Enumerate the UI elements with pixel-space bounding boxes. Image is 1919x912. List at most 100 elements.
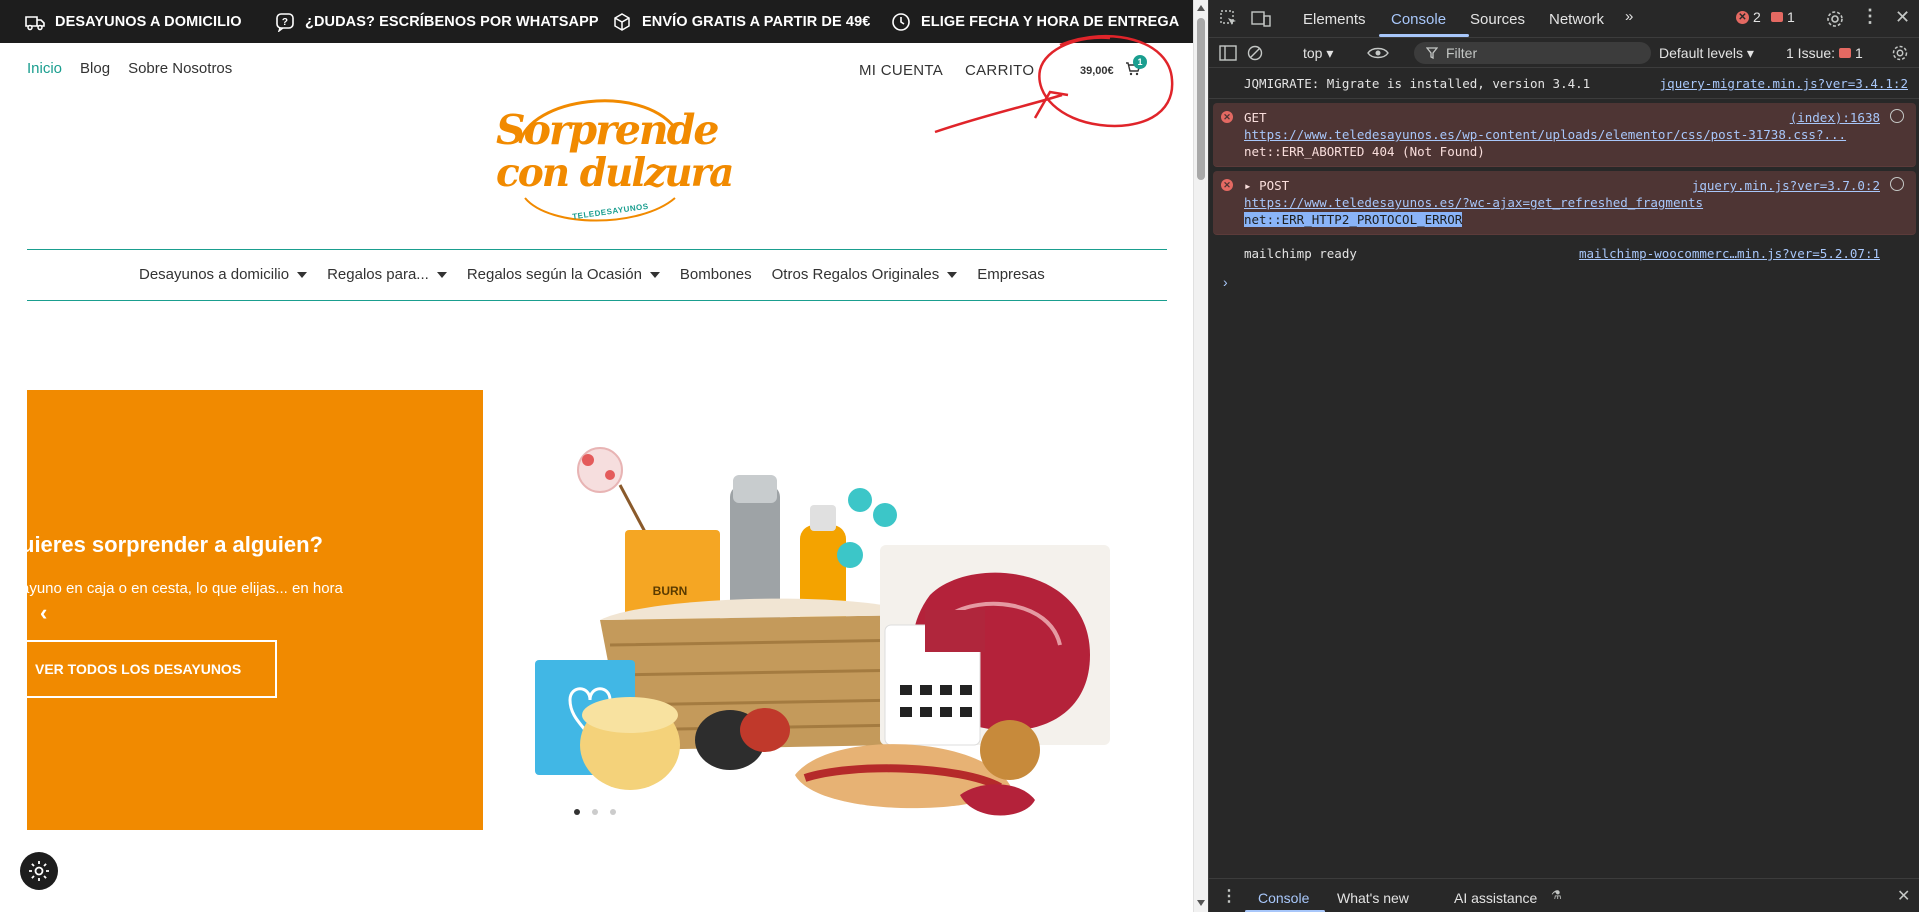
message-source-link[interactable]: jquery.min.js?ver=3.7.0:2 (1692, 177, 1880, 194)
scroll-up-arrow[interactable] (1197, 5, 1205, 11)
log-levels-dropdown[interactable]: Default levels ▾ (1659, 45, 1754, 62)
devtools-drawer-tabbar: ⋮ Console What's new AI assistance ⚗ ✕ (1209, 878, 1919, 912)
device-toolbar-icon[interactable] (1251, 10, 1271, 28)
scroll-thumb[interactable] (1197, 18, 1205, 180)
slider-next-arrow[interactable]: › (1134, 600, 1140, 621)
nav-item-empresas[interactable]: Empresas (977, 266, 1045, 283)
nav-item-desayunos[interactable]: Desayunos a domicilio (139, 266, 308, 283)
request-method: GET (1244, 110, 1267, 125)
scroll-down-arrow[interactable] (1197, 900, 1205, 906)
close-devtools-icon[interactable]: ✕ (1895, 7, 1910, 28)
nav-divider-bottom (27, 300, 1167, 301)
gear-icon (29, 861, 49, 881)
tab-elements[interactable]: Elements (1303, 11, 1366, 28)
nav-item-otros-regalos[interactable]: Otros Regalos Originales (772, 266, 958, 283)
slider-dot-1[interactable] (574, 809, 580, 815)
network-globe-icon[interactable] (1890, 109, 1904, 123)
issues-badge[interactable]: 1 (1771, 9, 1795, 25)
sidebar-toggle-icon[interactable] (1219, 45, 1237, 61)
network-globe-icon[interactable] (1890, 177, 1904, 191)
nav-item-regalos-ocasion[interactable]: Regalos según la Ocasión (467, 266, 660, 283)
nav-item-bombones[interactable]: Bombones (680, 266, 752, 283)
console-filter-input[interactable]: Filter (1414, 42, 1651, 64)
live-expression-eye-icon[interactable] (1367, 46, 1389, 60)
message-text: mailchimp ready (1244, 246, 1357, 261)
caret-down-icon (297, 271, 308, 278)
hero-subtitle: ayuno en caja o en cesta, lo que elijas.… (27, 580, 343, 597)
issue-flag-icon (1839, 48, 1852, 58)
delivery-truck-icon (25, 15, 45, 30)
error-x-icon: ✕ (1221, 111, 1233, 123)
site-logo[interactable]: Sorprende con dulzura TELEDESAYUNOS (490, 88, 734, 228)
clear-console-icon[interactable] (1247, 45, 1263, 61)
nav-label: Regalos según la Ocasión (466, 266, 642, 283)
nav-label: Empresas (977, 266, 1045, 283)
request-url-link[interactable]: https://www.teledesayunos.es/?wc-ajax=ge… (1244, 194, 1864, 211)
topbar-label: ¿DUDAS? ESCRÍBENOS POR WHATSAPP (305, 13, 599, 30)
main-nav: Desayunos a domicilio Regalos para... Re… (139, 266, 1045, 283)
error-icon: ✕ (1736, 10, 1749, 24)
inspect-element-icon[interactable] (1220, 10, 1238, 28)
console-settings-gear-icon[interactable] (1891, 44, 1909, 62)
cookie-settings-button[interactable] (20, 852, 58, 890)
console-prompt-chevron-icon[interactable]: › (1223, 274, 1228, 290)
cart-link[interactable]: CARRITO (965, 62, 1034, 79)
tab-network[interactable]: Network (1549, 11, 1604, 28)
box-icon (614, 12, 630, 31)
more-tabs-chevron-icon[interactable]: » (1625, 8, 1633, 25)
devtools-panel: Elements Console Sources Network » ✕ 2 1 … (1208, 0, 1919, 912)
page-scrollbar[interactable] (1193, 0, 1208, 912)
filter-placeholder: Filter (1446, 45, 1478, 61)
caret-down-icon (947, 271, 958, 278)
settings-gear-icon[interactable] (1825, 9, 1845, 29)
topbar-item-delivery[interactable]: DESAYUNOS A DOMICILIO (25, 13, 242, 31)
issues-count-button[interactable]: 1 Issue: 1 (1786, 45, 1863, 61)
slider-prev-arrow[interactable]: ‹ (40, 600, 47, 626)
logo-line2: con dulzura (496, 150, 734, 196)
kebab-menu-icon[interactable]: ⋮ (1861, 6, 1879, 27)
topbar-item-delivery-time[interactable]: ELIGE FECHA Y HORA DE ENTREGA (891, 12, 1179, 32)
console-message-log[interactable]: mailchimp ready mailchimp-woocommerc…min… (1209, 239, 1919, 268)
view-all-breakfasts-button[interactable]: VER TODOS LOS DESAYUNOS (27, 640, 277, 698)
cart-total[interactable]: 39,00€ (1080, 65, 1114, 77)
error-detail-selected: net::ERR_HTTP2_PROTOCOL_ERROR (1244, 212, 1463, 227)
console-toolbar: top ▾ Filter Default levels ▾ 1 Issue: 1 (1209, 38, 1919, 68)
request-url-link[interactable]: https://www.teledesayunos.es/wp-content/… (1244, 126, 1864, 143)
message-source-link[interactable]: mailchimp-woocommerc…min.js?ver=5.2.07:1 (1579, 245, 1880, 262)
topbar-label: ELIGE FECHA Y HORA DE ENTREGA (921, 13, 1180, 30)
nav-label: Otros Regalos Originales (771, 266, 940, 283)
message-source-link[interactable]: (index):1638 (1790, 109, 1880, 126)
error-detail: net::ERR_ABORTED 404 (Not Found) (1244, 144, 1485, 159)
nav-label: Regalos para... (327, 266, 429, 283)
topbar-item-whatsapp[interactable]: ? ¿DUDAS? ESCRÍBENOS POR WHATSAPP (275, 12, 599, 32)
topbar-item-free-shipping[interactable]: ENVÍO GRATIS A PARTIR DE 49€ (612, 12, 870, 32)
issue-count: 1 (1787, 9, 1795, 25)
console-message-log[interactable]: JQMIGRATE: Migrate is installed, version… (1209, 69, 1919, 99)
drawer-tab-ai-assistance[interactable]: AI assistance (1454, 890, 1537, 906)
my-account-link[interactable]: MI CUENTA (859, 62, 943, 79)
issue-flag-icon (1771, 12, 1783, 22)
link-blog[interactable]: Blog (80, 60, 110, 77)
message-source-link[interactable]: jquery-migrate.min.js?ver=3.4.1:2 (1660, 75, 1908, 92)
nav-item-regalos-para[interactable]: Regalos para... (327, 266, 447, 283)
link-inicio[interactable]: Inicio (27, 60, 62, 77)
console-message-error[interactable]: ✕ GET (index):1638 https://www.teledesay… (1213, 103, 1916, 167)
link-sobre-nosotros[interactable]: Sobre Nosotros (128, 60, 232, 77)
drawer-menu-icon[interactable]: ⋮ (1221, 886, 1237, 906)
context-selector[interactable]: top ▾ (1303, 45, 1333, 62)
slider-dot-2[interactable] (592, 809, 598, 815)
screen: DESAYUNOS A DOMICILIO ? ¿DUDAS? ESCRÍBEN… (0, 0, 1919, 912)
drawer-tab-console[interactable]: Console (1258, 890, 1309, 906)
tab-sources[interactable]: Sources (1470, 11, 1525, 28)
caret-down-icon (436, 271, 447, 278)
topbar-label: ENVÍO GRATIS A PARTIR DE 49€ (642, 13, 871, 30)
tab-console[interactable]: Console (1391, 11, 1446, 28)
slider-dot-3[interactable] (610, 809, 616, 815)
errors-badge[interactable]: ✕ 2 (1736, 9, 1761, 25)
close-drawer-icon[interactable]: ✕ (1897, 886, 1910, 906)
expand-triangle-icon[interactable]: ▸ (1244, 178, 1252, 193)
drawer-tab-whats-new[interactable]: What's new (1337, 890, 1409, 906)
topbar-label: DESAYUNOS A DOMICILIO (55, 13, 242, 30)
promo-topbar: DESAYUNOS A DOMICILIO ? ¿DUDAS? ESCRÍBEN… (0, 0, 1193, 43)
console-message-error[interactable]: ✕ ▸ POST jquery.min.js?ver=3.7.0:2 https… (1213, 171, 1916, 235)
